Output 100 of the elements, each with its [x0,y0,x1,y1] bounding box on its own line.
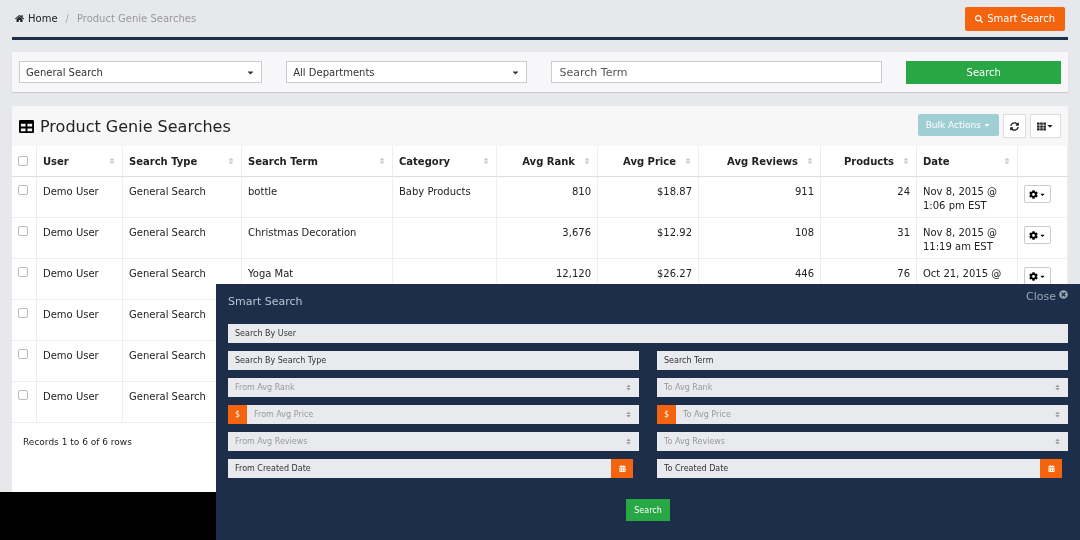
gear-icon [1029,230,1038,240]
sort-icon[interactable] [1003,157,1011,165]
table-icon [19,118,34,134]
sort-icon[interactable] [902,157,910,165]
table-cell: General Search [129,227,206,238]
table-cell: Demo User [43,350,99,361]
close-icon [1059,290,1068,299]
table-cell: $18.87 [657,186,692,197]
input-field[interactable]: Search Term [657,351,1068,370]
gear-icon [1029,189,1038,199]
column-header[interactable]: Avg Price [604,155,676,167]
checkbox[interactable] [18,349,28,359]
table-cell: 12,120 [556,268,591,279]
table-cell: Nov 8, 2015 @ 1:06 pm EST [923,186,998,211]
currency-addon: $ [228,405,247,424]
input-field[interactable]: From Avg Reviews [228,432,639,451]
home-icon [15,14,24,23]
row-actions-button[interactable] [1024,267,1051,285]
sort-icon[interactable] [583,157,591,165]
column-header[interactable]: Avg Reviews [705,155,798,167]
table-cell: 108 [794,227,814,238]
table-cell: Demo User [43,391,99,402]
caret-icon [1046,122,1054,130]
checkbox[interactable] [18,156,28,166]
sort-icon[interactable] [378,157,386,165]
currency-addon: $ [657,405,676,424]
table-cell: $12.92 [657,227,692,238]
table-cell: Oct 21, 2015 @ [923,268,1002,279]
sort-icon[interactable] [806,157,814,165]
table-cell: Yoga Mat [248,268,294,279]
input-field[interactable]: From Avg Rank [228,378,639,397]
column-header[interactable]: Search Term [248,155,370,167]
spinner-icon[interactable] [1054,384,1061,391]
checkbox[interactable] [18,308,28,318]
caret-icon [983,121,991,129]
table-cell: Nov 8, 2015 @ 11:19 am EST [923,227,998,252]
table-cell: 76 [897,268,910,279]
table-cell: General Search [129,350,206,361]
table-cell: General Search [129,268,206,279]
table-cell: Christmas Decoration [248,227,357,238]
input-field[interactable]: To Avg Reviews [657,432,1068,451]
refresh-icon [1010,121,1019,131]
gear-icon [1029,271,1038,281]
input-field[interactable]: Search By Search Type [228,351,639,370]
table-cell: General Search [129,391,206,402]
sort-icon[interactable] [108,157,116,165]
spinner-icon[interactable] [625,411,632,418]
table-cell: bottle [248,186,278,197]
columns-button[interactable] [1030,114,1061,138]
spinner-icon[interactable] [625,384,632,391]
table-cell: General Search [129,186,206,197]
input-field[interactable]: From Avg Price [247,405,639,424]
table-cell: 446 [794,268,814,279]
checkbox[interactable] [18,226,28,236]
search-type-dropdown[interactable]: General Search [19,61,263,83]
breadcrumb-current: Product Genie Searches [76,13,197,24]
column-header[interactable]: Avg Rank [503,155,575,167]
row-actions-button[interactable] [1024,185,1051,203]
table-cell: Demo User [43,227,99,238]
grid-icon [1037,121,1046,131]
input-field[interactable]: To Avg Price [676,405,1068,424]
table-cell: 810 [571,186,591,197]
calendar-icon [618,465,626,472]
calendar-icon [1047,465,1055,472]
spinner-icon[interactable] [1054,438,1061,445]
table-cell: $26.27 [657,268,692,279]
input-field[interactable]: From Created Date [228,459,611,478]
column-header[interactable]: Search Type [129,155,219,167]
panel-title: Product Genie Searches [40,116,231,136]
checkbox[interactable] [18,267,28,277]
row-actions-button[interactable] [1024,226,1051,244]
table-cell: Demo User [43,186,99,197]
spinner-icon[interactable] [1054,411,1061,418]
breadcrumb-separator: / [65,13,69,24]
department-dropdown[interactable]: All Departments [286,61,527,83]
input-field[interactable]: To Avg Rank [657,378,1068,397]
calendar-button[interactable] [611,459,633,478]
column-header[interactable]: Category [399,155,474,167]
dialog-title: Smart Search [228,295,303,310]
sort-icon[interactable] [482,157,490,165]
checkbox[interactable] [18,390,28,400]
spinner-icon[interactable] [625,438,632,445]
input-field[interactable]: Search By User [228,324,1068,343]
calendar-button[interactable] [1040,459,1062,478]
column-header[interactable]: User [43,155,100,167]
home-link[interactable]: Home [15,13,58,24]
table-cell: Demo User [43,309,99,320]
sort-icon[interactable] [684,157,692,165]
table-cell: 24 [897,186,910,197]
search-field[interactable]: Search Term [550,61,883,83]
input-field[interactable]: To Created Date [657,459,1040,478]
column-header[interactable]: Date [923,155,995,167]
sort-icon[interactable] [227,157,235,165]
checkbox[interactable] [18,185,28,195]
refresh-button[interactable] [1003,114,1026,138]
table-cell: 3,676 [562,227,591,238]
table-cell: 911 [794,186,814,197]
close-button[interactable]: Close [1026,290,1068,324]
column-header[interactable]: Products [827,155,894,167]
search-icon [975,14,984,23]
